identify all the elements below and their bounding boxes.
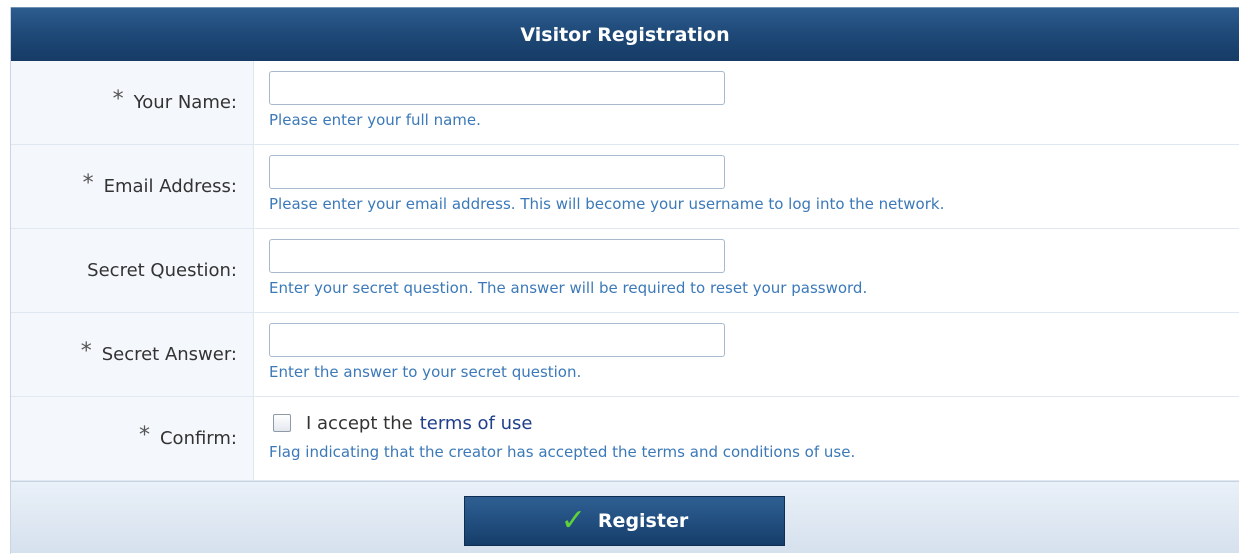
- field-input-cell: Please enter your full name.: [254, 61, 1239, 144]
- field-label: Secret Question:: [87, 260, 237, 281]
- field-input-cell: Enter your secret question. The answer w…: [254, 229, 1239, 312]
- required-asterisk: *: [112, 87, 124, 112]
- form-title: Visitor Registration: [11, 7, 1239, 61]
- field-label-cell: * Your Name:: [11, 61, 254, 144]
- secret-question-input[interactable]: [269, 239, 725, 273]
- field-hint: Enter your secret question. The answer w…: [269, 279, 868, 297]
- field-row-email-address: * Email Address: Please enter your email…: [11, 145, 1239, 229]
- field-label-cell: Secret Question:: [11, 229, 254, 312]
- checkmark-icon: ✓: [560, 503, 586, 538]
- required-asterisk: *: [82, 171, 94, 196]
- accept-terms-checkbox[interactable]: [273, 414, 291, 432]
- field-input-cell: Enter the answer to your secret question…: [254, 313, 1239, 396]
- register-button[interactable]: ✓ Register: [464, 496, 785, 546]
- field-label: Your Name:: [133, 92, 237, 113]
- field-input-cell: Please enter your email address. This wi…: [254, 145, 1239, 228]
- required-asterisk: *: [80, 339, 92, 364]
- field-label: Email Address:: [103, 176, 237, 197]
- field-row-confirm: * Confirm: I accept the terms of use Fla…: [11, 397, 1239, 481]
- field-row-secret-answer: * Secret Answer: Enter the answer to you…: [11, 313, 1239, 397]
- field-label: Secret Answer:: [101, 344, 237, 365]
- field-label: Confirm:: [159, 428, 237, 449]
- field-label-cell: * Email Address:: [11, 145, 254, 228]
- field-row-secret-question: Secret Question: Enter your secret quest…: [11, 229, 1239, 313]
- your-name-input[interactable]: [269, 71, 725, 105]
- visitor-registration-form: Visitor Registration * Your Name: Please…: [10, 7, 1239, 554]
- terms-of-use-link[interactable]: terms of use: [420, 413, 533, 434]
- form-footer: ✓ Register: [11, 481, 1239, 553]
- field-label-cell: * Confirm:: [11, 397, 254, 480]
- accept-terms-text: I accept the: [306, 412, 413, 434]
- required-asterisk: *: [138, 423, 150, 448]
- field-hint: Please enter your email address. This wi…: [269, 195, 945, 213]
- field-row-your-name: * Your Name: Please enter your full name…: [11, 61, 1239, 145]
- field-hint: Please enter your full name.: [269, 111, 481, 129]
- register-button-label: Register: [597, 510, 689, 532]
- email-address-input[interactable]: [269, 155, 725, 189]
- field-label-cell: * Secret Answer:: [11, 313, 254, 396]
- field-hint: Flag indicating that the creator has acc…: [269, 443, 856, 461]
- terms-confirm-line: I accept the terms of use: [269, 409, 1239, 437]
- field-input-cell: I accept the terms of use Flag indicatin…: [254, 397, 1239, 480]
- field-hint: Enter the answer to your secret question…: [269, 363, 582, 381]
- secret-answer-input[interactable]: [269, 323, 725, 357]
